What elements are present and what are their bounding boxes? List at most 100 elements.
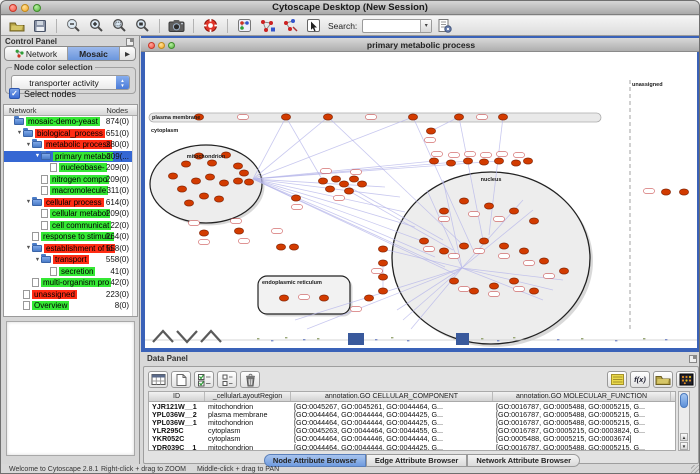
network-node[interactable]: [378, 246, 387, 252]
network-node[interactable]: [479, 238, 488, 244]
network-node[interactable]: [509, 278, 518, 284]
tree-row[interactable]: ▼biological_process651(0): [4, 128, 137, 140]
network-node[interactable]: [463, 158, 472, 164]
network-node[interactable]: [529, 218, 538, 224]
table-column-header[interactable]: annotation.GO MOLECULAR_FUNCTION: [493, 392, 671, 401]
network-node[interactable]: [529, 288, 538, 294]
network-node[interactable]: [233, 163, 242, 169]
float-panel-icon[interactable]: [689, 355, 697, 363]
network-node[interactable]: [426, 128, 435, 134]
network-node[interactable]: [234, 228, 243, 234]
attribute-matrix-button[interactable]: [676, 371, 696, 388]
network-node[interactable]: [207, 160, 216, 166]
network-node[interactable]: [679, 189, 688, 195]
network-node[interactable]: [499, 243, 508, 249]
tree-row[interactable]: secretion41(0): [4, 266, 137, 278]
network-node[interactable]: [244, 179, 253, 185]
scrollbar-thumb[interactable]: [680, 393, 688, 408]
network-node[interactable]: [439, 208, 448, 214]
network-node[interactable]: [357, 181, 366, 187]
function-builder-button[interactable]: f(x): [630, 371, 650, 388]
network-node[interactable]: [498, 114, 507, 120]
network-node[interactable]: [378, 260, 387, 266]
tree-expand-icon[interactable]: ▼: [25, 199, 32, 205]
tree-expand-icon[interactable]: ▼: [34, 153, 41, 159]
tree-row[interactable]: cellular metabol209(0): [4, 208, 137, 220]
network-node[interactable]: [511, 160, 520, 166]
vizmapper-button[interactable]: [234, 17, 255, 35]
network-node[interactable]: [279, 295, 288, 301]
network-minimize-icon[interactable]: [158, 42, 165, 49]
zoom-out-button[interactable]: [63, 17, 84, 35]
network-node[interactable]: [239, 170, 248, 176]
network-node[interactable]: [449, 278, 458, 284]
network-node[interactable]: [168, 173, 177, 179]
network-node[interactable]: [181, 161, 190, 167]
tree-row[interactable]: cell communicat22(0): [4, 220, 137, 232]
network-node[interactable]: [191, 178, 200, 184]
help-button[interactable]: [200, 17, 221, 35]
modify-network-2-button[interactable]: [280, 17, 301, 35]
table-column-header[interactable]: _cellularLayoutRegion: [205, 392, 291, 401]
table-scrollbar[interactable]: ▲ ▼: [678, 391, 690, 451]
network-node[interactable]: [325, 186, 334, 192]
network-node[interactable]: [289, 244, 298, 250]
network-node[interactable]: [419, 238, 428, 244]
network-canvas[interactable]: plasma membranecytoplasmmitochondrionnuc…: [145, 52, 697, 348]
tree-row[interactable]: macromolecule311(0): [4, 185, 137, 197]
network-close-icon[interactable]: [148, 42, 155, 49]
network-node[interactable]: [199, 230, 208, 236]
window-titlebar[interactable]: Cytoscape Desktop (New Session): [1, 1, 699, 15]
network-node[interactable]: [439, 248, 448, 254]
tree-expand-icon[interactable]: ▼: [34, 257, 41, 263]
network-node[interactable]: [523, 158, 532, 164]
close-window-icon[interactable]: [9, 4, 17, 12]
network-node[interactable]: [559, 268, 568, 274]
search-box[interactable]: ▾: [362, 19, 432, 33]
attribute-table-button[interactable]: [148, 371, 168, 388]
select-attributes-button[interactable]: [194, 371, 214, 388]
network-node[interactable]: [661, 189, 670, 195]
tree-scrollbar[interactable]: [132, 116, 137, 316]
open-network-button[interactable]: [6, 17, 27, 35]
network-node[interactable]: [378, 288, 387, 294]
annotation-button[interactable]: [303, 17, 324, 35]
tree-row[interactable]: Overview8(0): [4, 300, 137, 312]
table-column-header[interactable]: annotation.GO CELLULAR_COMPONENT: [291, 392, 493, 401]
tree-expand-icon[interactable]: ▼: [16, 130, 23, 136]
tree-expand-icon[interactable]: ▼: [25, 245, 32, 251]
unselect-attributes-button[interactable]: [217, 371, 237, 388]
import-attributes-button[interactable]: [653, 371, 673, 388]
table-row[interactable]: YDR039C__1mitochondrion[GO:0044464, GO:0…: [149, 443, 675, 451]
modify-network-button[interactable]: [257, 17, 278, 35]
scroll-up-icon[interactable]: ▲: [680, 433, 688, 441]
attribute-notes-button[interactable]: [607, 371, 627, 388]
save-session-button[interactable]: [29, 17, 50, 35]
select-nodes-checkbox[interactable]: [9, 88, 20, 99]
network-node[interactable]: [539, 258, 548, 264]
network-node[interactable]: [214, 196, 223, 202]
network-node[interactable]: [199, 193, 208, 199]
network-node[interactable]: [344, 188, 353, 194]
tree-row[interactable]: ▼primary metabo209(...: [4, 151, 137, 163]
network-tree-header[interactable]: Network Nodes: [4, 105, 137, 116]
network-node[interactable]: [459, 243, 468, 249]
tree-col-nodes[interactable]: Nodes: [106, 106, 128, 115]
tree-row[interactable]: nitrogen compo209(0): [4, 174, 137, 186]
tab-network[interactable]: Network: [5, 47, 68, 60]
network-node[interactable]: [331, 176, 340, 182]
network-node[interactable]: [479, 159, 488, 165]
network-node[interactable]: [349, 176, 358, 182]
tree-col-network[interactable]: Network: [9, 106, 37, 115]
tab-overflow-arrow[interactable]: ▶: [120, 47, 135, 60]
network-node[interactable]: [281, 114, 290, 120]
network-zoom-icon[interactable]: [168, 42, 175, 49]
network-node[interactable]: [319, 295, 328, 301]
network-node[interactable]: [484, 203, 493, 209]
scroll-down-icon[interactable]: ▼: [680, 442, 688, 450]
tree-row[interactable]: ▼establishment of lo558(0): [4, 243, 137, 255]
tree-expand-icon[interactable]: ▼: [25, 142, 32, 148]
network-node[interactable]: [519, 248, 528, 254]
network-node[interactable]: [429, 158, 438, 164]
network-node[interactable]: [205, 174, 214, 180]
